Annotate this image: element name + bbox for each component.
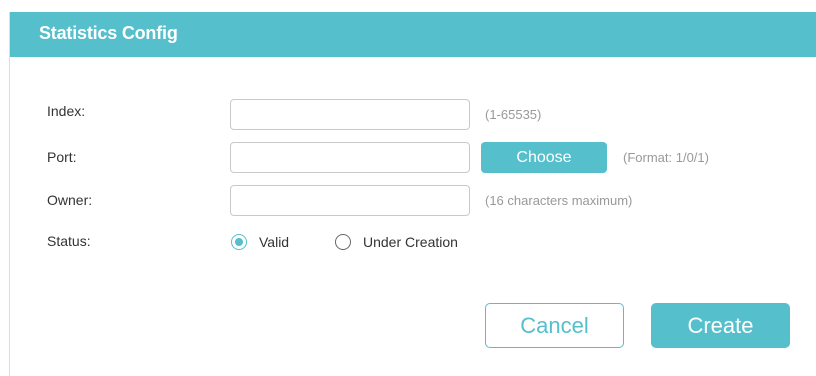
status-option-under-creation[interactable]: Under Creation	[335, 232, 458, 252]
valid-radio-label: Valid	[259, 234, 290, 250]
owner-label: Owner:	[47, 192, 93, 208]
choose-port-button[interactable]: Choose	[481, 142, 607, 173]
index-hint: (1-65535)	[485, 107, 542, 122]
cancel-button[interactable]: Cancel	[485, 303, 624, 348]
valid-radio[interactable]	[231, 234, 247, 250]
statistics-config-panel: Statistics Config Index: (1-65535) Port:…	[9, 12, 816, 376]
index-label: Index:	[47, 103, 86, 119]
under-creation-radio[interactable]	[335, 234, 351, 250]
port-label: Port:	[47, 149, 77, 165]
panel-header: Statistics Config	[10, 12, 816, 57]
create-button[interactable]: Create	[651, 303, 790, 348]
owner-input[interactable]	[230, 185, 470, 216]
index-input[interactable]	[230, 99, 470, 130]
port-hint: (Format: 1/0/1)	[623, 150, 709, 165]
owner-hint: (16 characters maximum)	[485, 193, 633, 208]
port-input[interactable]	[230, 142, 470, 173]
panel-title: Statistics Config	[39, 23, 178, 43]
under-creation-radio-label: Under Creation	[363, 234, 458, 250]
status-label: Status:	[47, 233, 91, 249]
status-option-valid[interactable]: Valid	[231, 232, 289, 252]
